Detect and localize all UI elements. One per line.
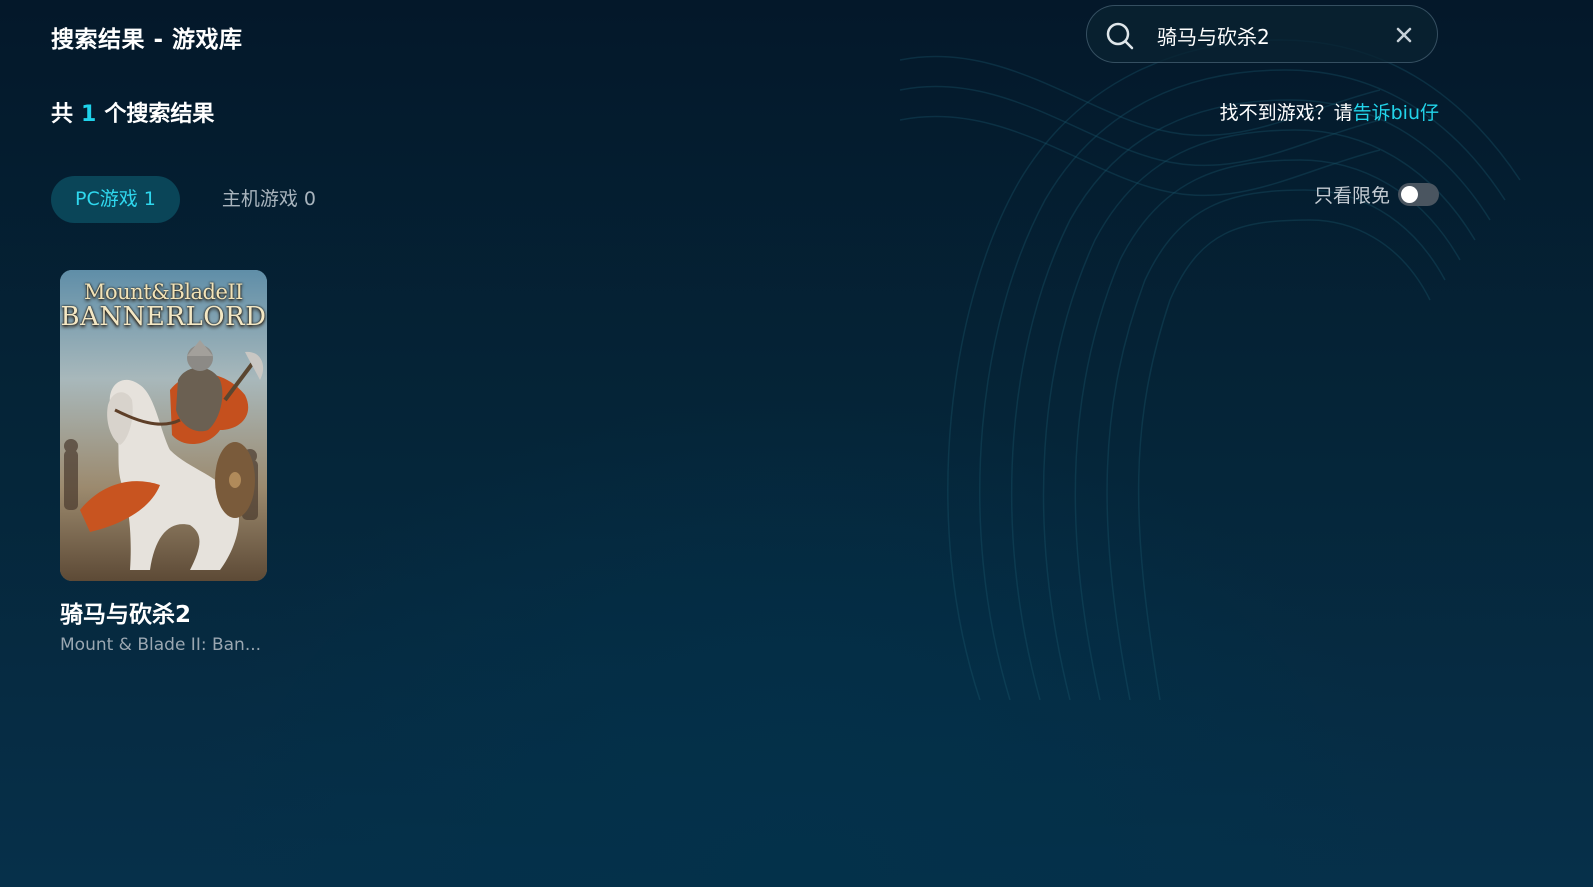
tab-pc-games-count: 1 (143, 188, 156, 210)
result-count-number: 1 (81, 102, 97, 127)
free-only-filter: 只看限免 (1314, 181, 1439, 208)
free-only-label: 只看限免 (1313, 185, 1390, 207)
game-cover[interactable]: Mount&BladeII BANNERLORD (60, 270, 267, 581)
free-only-toggle[interactable] (1398, 183, 1439, 206)
game-title[interactable]: 骑马与砍杀2 (60, 595, 268, 629)
feedback-link[interactable]: 告诉biu仔 (1353, 102, 1439, 124)
tab-console-games-count: 0 (303, 188, 316, 210)
tab-pc-games[interactable]: PC游戏 1 (51, 176, 180, 223)
page-title: 搜索结果 - 游戏库 (51, 27, 243, 53)
tab-console-games-label: 主机游戏 (221, 188, 298, 210)
result-count: 共 1 个搜索结果 (51, 96, 214, 128)
cover-logo-line1: Mount&BladeII (84, 280, 243, 304)
cover-logo-line2: BANNERLORD (60, 302, 267, 332)
game-card[interactable]: Mount&BladeII BANNERLORD 骑马与砍杀2 Mount & … (60, 270, 268, 655)
close-icon[interactable] (1392, 23, 1416, 47)
result-count-prefix: 共 (51, 102, 74, 127)
search-box[interactable] (1086, 5, 1438, 63)
tab-console-games[interactable]: 主机游戏 0 (198, 176, 340, 223)
tab-pc-games-label: PC游戏 (75, 188, 138, 210)
feedback-text: 找不到游戏？请 (1219, 102, 1353, 124)
platform-tabs: PC游戏 1 主机游戏 0 (51, 176, 340, 223)
search-input[interactable] (1157, 18, 1377, 52)
result-count-suffix: 个搜索结果 (104, 102, 215, 127)
search-icon[interactable] (1105, 21, 1135, 51)
toggle-knob (1401, 186, 1418, 203)
feedback-prompt: 找不到游戏？请告诉biu仔 (1220, 98, 1439, 125)
game-subtitle: Mount & Blade II: Ban... (60, 635, 262, 655)
